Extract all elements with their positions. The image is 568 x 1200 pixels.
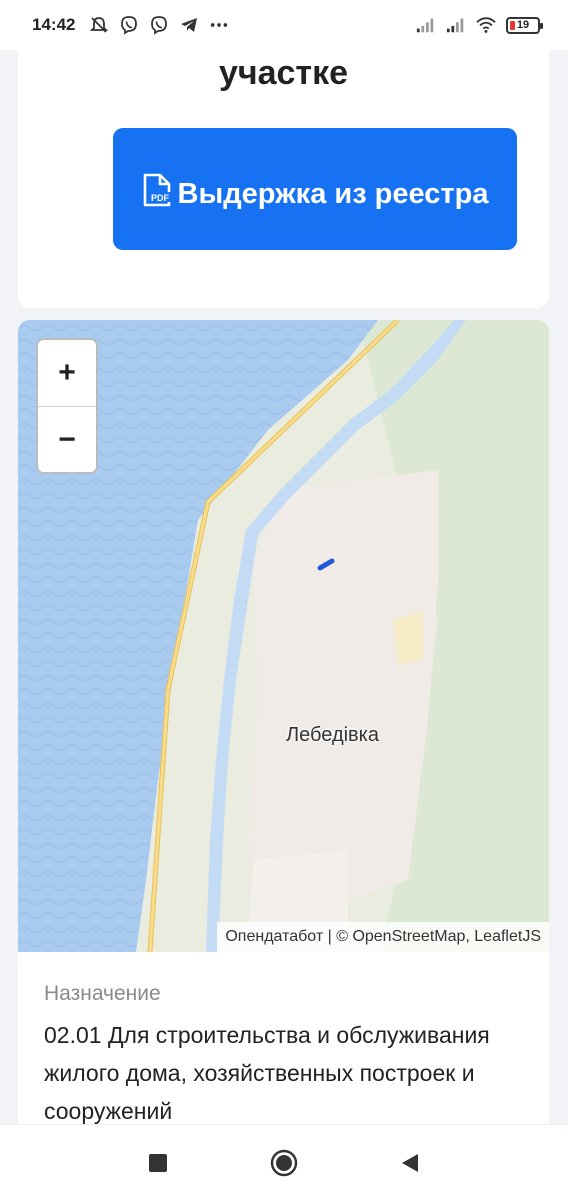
status-bar: 14:42 19 bbox=[0, 0, 568, 50]
telegram-icon bbox=[179, 15, 199, 35]
place-label: Лебедівка bbox=[286, 724, 379, 746]
signal-icon bbox=[416, 15, 436, 35]
status-left: 14:42 bbox=[32, 15, 229, 35]
viber-icon bbox=[149, 15, 169, 35]
card-heading: участке bbox=[218, 54, 349, 92]
system-nav-bar bbox=[0, 1124, 568, 1200]
purpose-value: 02.01 Для строительства и обслуживания ж… bbox=[44, 1022, 490, 1124]
pdf-button-label: Выдержка из реестра bbox=[177, 177, 489, 210]
back-triangle-icon[interactable] bbox=[390, 1143, 430, 1183]
pdf-file-icon: PDF bbox=[142, 173, 172, 222]
parcel-info-card: участке PDF Выдержка из реестра bbox=[18, 40, 549, 308]
svg-text:PDF: PDF bbox=[151, 193, 170, 203]
status-right: 19 bbox=[416, 15, 543, 35]
purpose-card: Назначение 02.01 Для строительства и обс… bbox=[18, 952, 549, 1142]
zoom-in-button[interactable]: + bbox=[38, 340, 96, 406]
status-time: 14:42 bbox=[32, 15, 76, 34]
zoom-control: + − bbox=[36, 338, 98, 474]
home-circle-icon[interactable] bbox=[264, 1143, 304, 1183]
notifications-off-icon bbox=[89, 15, 109, 35]
more-icon bbox=[209, 15, 229, 35]
battery-icon: 19 bbox=[506, 16, 543, 34]
viber-icon bbox=[119, 15, 139, 35]
registry-extract-pdf-button[interactable]: PDF Выдержка из реестра bbox=[113, 128, 517, 250]
map-attribution[interactable]: Опендатабот | © OpenStreetMap, LeafletJS bbox=[217, 922, 549, 952]
battery-level: 19 bbox=[516, 19, 530, 31]
wifi-icon bbox=[476, 15, 496, 35]
purpose-label: Назначение bbox=[44, 982, 161, 1005]
signal-icon bbox=[446, 15, 466, 35]
recents-square-icon[interactable] bbox=[138, 1143, 178, 1183]
parcel-map[interactable]: + − Лебедівка Опендатабот | © OpenStreet… bbox=[18, 320, 549, 952]
zoom-out-button[interactable]: − bbox=[38, 406, 96, 472]
